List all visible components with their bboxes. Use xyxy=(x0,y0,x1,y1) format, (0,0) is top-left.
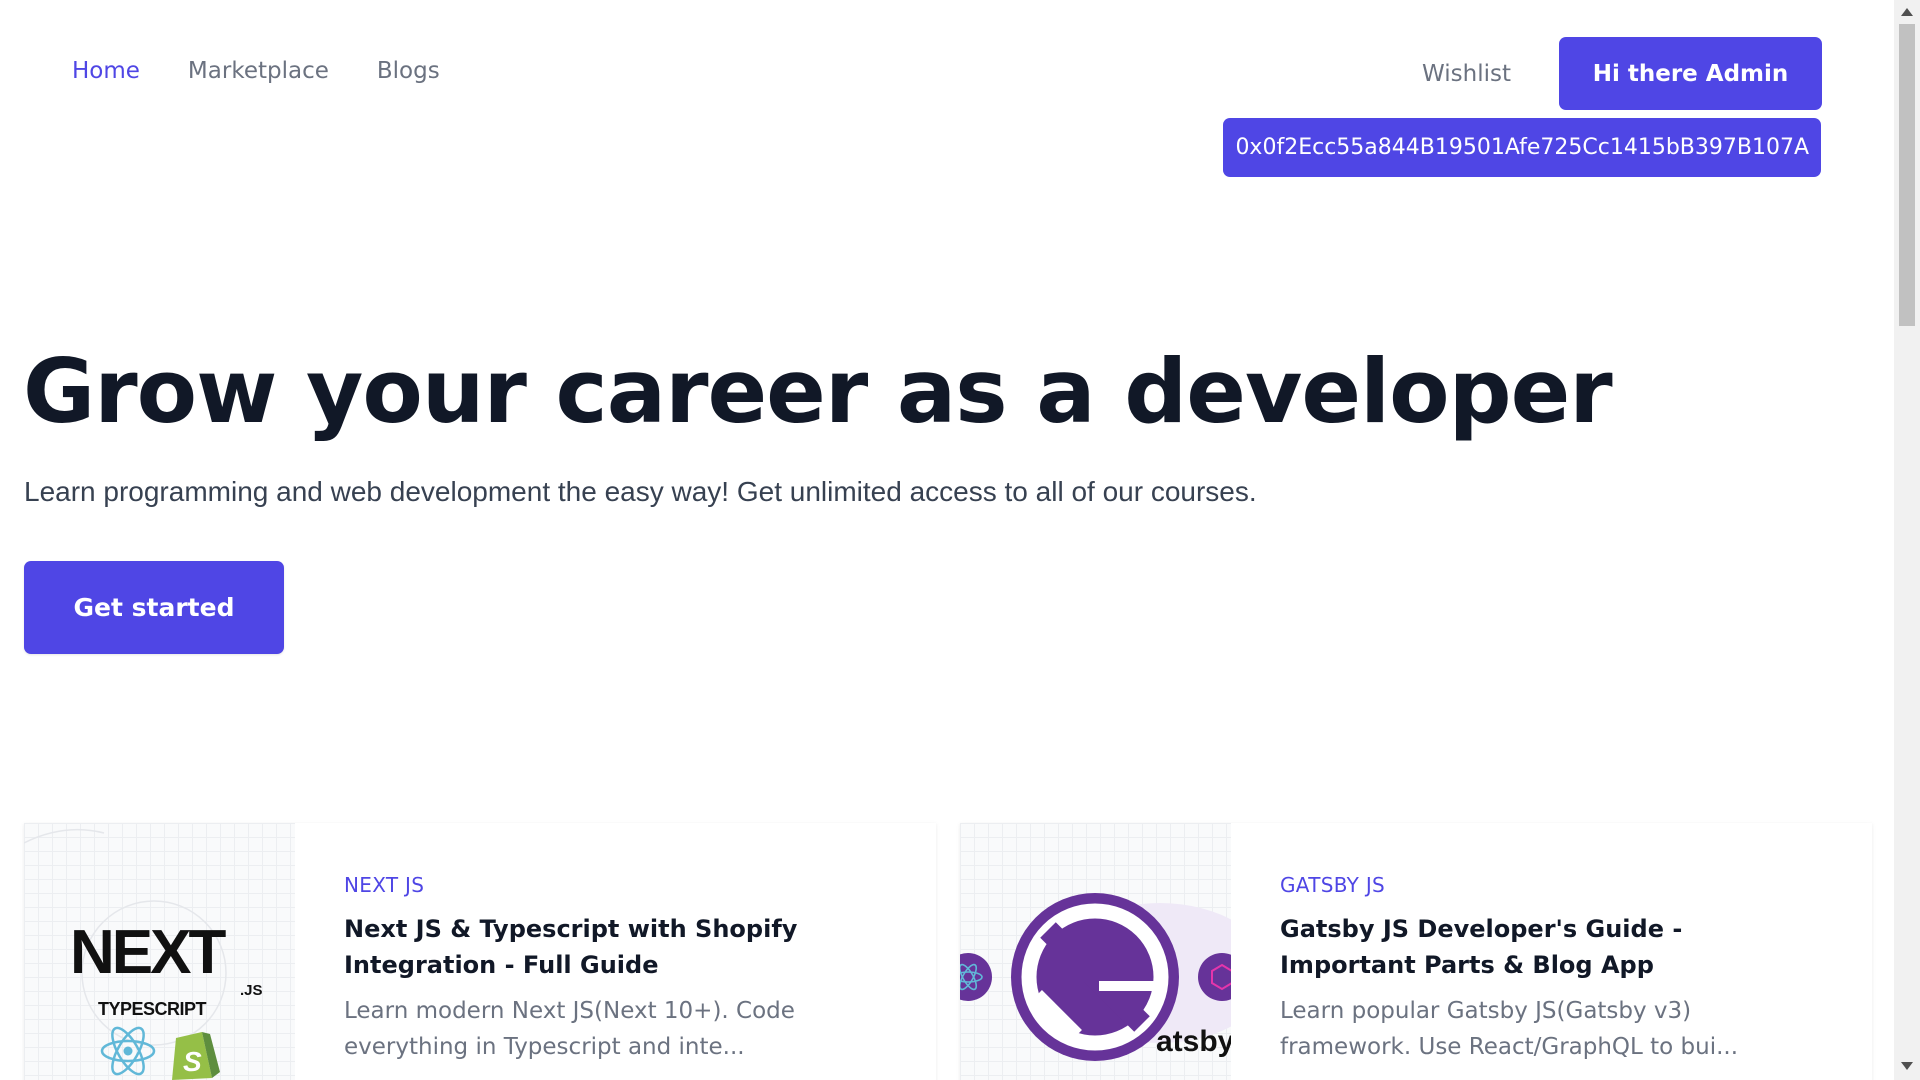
page: Home Marketplace Blogs Wishlist Hi there… xyxy=(0,0,1894,1080)
scroll-up-arrow-icon[interactable] xyxy=(1901,8,1913,16)
course-description: Learn modern Next JS(Next 10+). Code eve… xyxy=(344,998,795,1060)
course-info: NEXT JS Next JS & Typescript with Shopif… xyxy=(344,873,884,1065)
typescript-text: TYPESCRIPT xyxy=(98,999,207,1019)
wallet-address-badge[interactable]: 0x0f2Ecc55a844B19501Afe725Cc1415bB397B10… xyxy=(1223,118,1821,177)
scroll-down-arrow-icon[interactable] xyxy=(1901,1062,1913,1070)
shopify-icon: S xyxy=(172,1032,220,1080)
course-card[interactable]: atsby GATSBY JS Gatsby JS Developer's Gu… xyxy=(960,823,1872,1080)
react-icon xyxy=(960,953,992,1001)
course-thumbnail-nextjs[interactable]: NEXT .JS TYPESCRIPT S xyxy=(24,823,295,1080)
vertical-scrollbar[interactable] xyxy=(1894,0,1920,1080)
course-thumbnail-gatsby[interactable]: atsby xyxy=(960,823,1231,1080)
account-button[interactable]: Hi there Admin xyxy=(1559,37,1822,110)
gatsby-logo: atsby xyxy=(960,893,1231,1061)
gatsby-icon xyxy=(1011,893,1179,1061)
hero-subtitle: Learn programming and web development th… xyxy=(24,476,1257,507)
nav-link-marketplace[interactable]: Marketplace xyxy=(188,58,329,84)
wishlist-link[interactable]: Wishlist xyxy=(1422,61,1511,87)
scrollbar-thumb[interactable] xyxy=(1899,24,1915,326)
gatsby-brand-text: atsby xyxy=(1156,1025,1231,1058)
course-card[interactable]: NEXT .JS TYPESCRIPT S NEXT JS Next JS & … xyxy=(24,823,936,1080)
react-icon xyxy=(100,1026,156,1076)
nextjs-suffix-text: .JS xyxy=(240,982,263,999)
svg-text:S: S xyxy=(183,1046,202,1077)
nextjs-brand-text: NEXT xyxy=(70,918,226,987)
course-title[interactable]: Gatsby JS Developer's Guide - Important … xyxy=(1280,911,1820,983)
course-category: GATSBY JS xyxy=(1280,873,1386,897)
hero-title: Grow your career as a developer xyxy=(23,340,1613,443)
course-category: NEXT JS xyxy=(344,873,425,897)
nav-link-home[interactable]: Home xyxy=(72,58,140,84)
course-info: GATSBY JS Gatsby JS Developer's Guide - … xyxy=(1280,873,1820,1065)
course-description: Learn popular Gatsby JS(Gatsby v3) frame… xyxy=(1280,998,1739,1060)
nextjs-typescript-logo: NEXT .JS TYPESCRIPT S xyxy=(24,828,263,1080)
main-nav: Home Marketplace Blogs xyxy=(72,58,440,84)
nav-actions: Wishlist Hi there Admin xyxy=(1422,37,1822,110)
nav-link-blogs[interactable]: Blogs xyxy=(377,58,440,84)
course-title[interactable]: Next JS & Typescript with Shopify Integr… xyxy=(344,911,884,983)
get-started-button[interactable]: Get started xyxy=(24,561,284,654)
